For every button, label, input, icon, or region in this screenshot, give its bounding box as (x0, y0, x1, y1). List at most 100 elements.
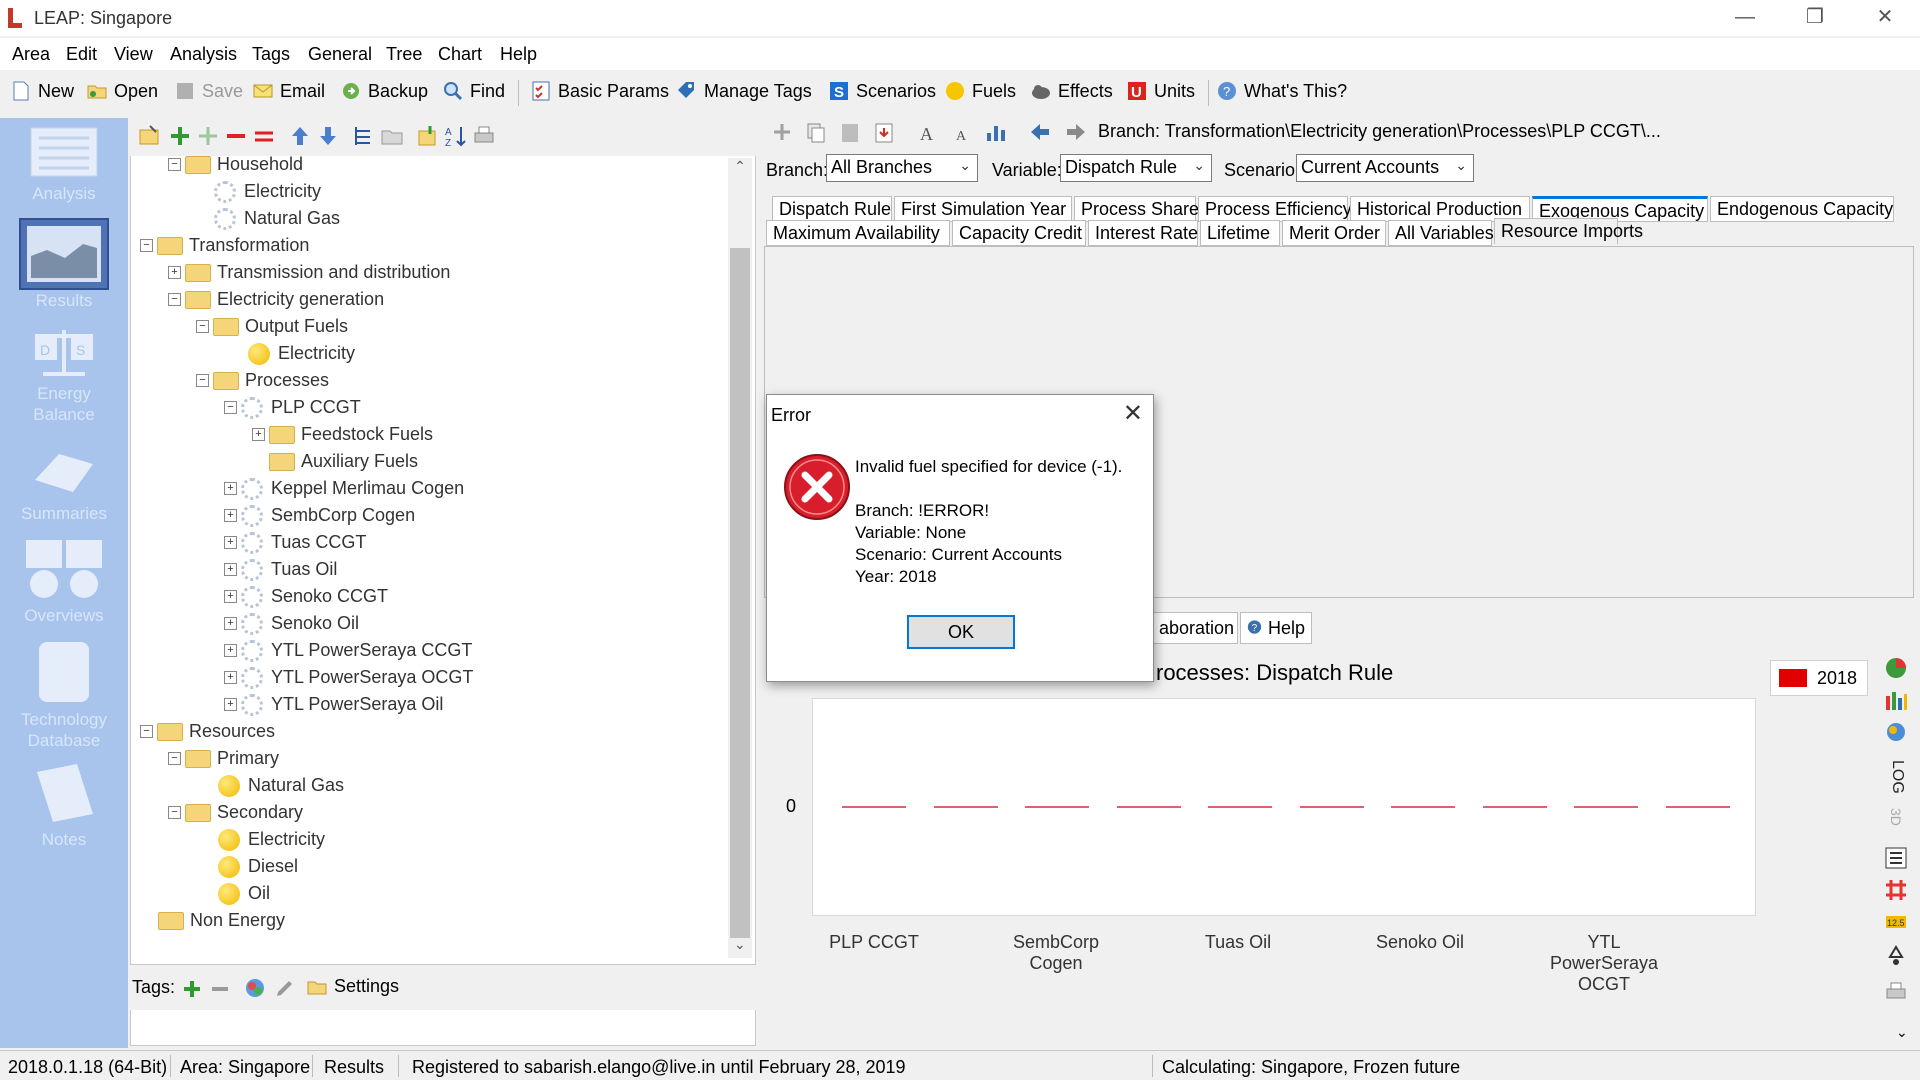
chart-print-icon[interactable] (1884, 980, 1908, 1004)
tree-item-household[interactable]: − Household (168, 151, 303, 178)
menu-tags[interactable]: Tags (252, 44, 290, 65)
pie-chart-icon[interactable] (1884, 656, 1908, 680)
number-format-icon[interactable]: 12.5 (1884, 910, 1908, 934)
grid-icon[interactable] (1884, 878, 1908, 902)
find-button[interactable]: Find (442, 80, 505, 102)
add-child-icon[interactable] (196, 124, 220, 148)
tab-endogenous-capacity[interactable]: Endogenous Capacity (1710, 196, 1894, 222)
tag-filter-icon[interactable] (244, 977, 266, 999)
add-tag-icon[interactable] (182, 979, 202, 999)
tree-item-senoko-ccgt[interactable]: + Senoko CCGT (224, 583, 388, 610)
new-button[interactable]: New (10, 80, 74, 102)
tree-item-household-natural-gas[interactable]: Natural Gas (214, 205, 340, 232)
scroll-down-arrow-icon[interactable]: ⌄ (734, 936, 746, 953)
tree-properties-icon[interactable] (138, 124, 162, 148)
sidebar-item-technology-database[interactable]: Technology Database (0, 640, 128, 751)
sidebar-item-summaries[interactable]: Summaries (0, 446, 128, 524)
tree-scrollbar-thumb[interactable] (730, 248, 750, 938)
move-down-icon[interactable] (316, 124, 340, 148)
expand-toggle[interactable]: + (224, 698, 237, 711)
tab-dispatch-rule[interactable]: Dispatch Rule (772, 196, 892, 222)
move-up-icon[interactable] (288, 124, 312, 148)
tree-item-tuas-oil[interactable]: + Tuas Oil (224, 556, 337, 583)
tab-all-variables[interactable]: All Variables (1388, 220, 1494, 246)
save-button[interactable]: Save (174, 80, 243, 102)
menu-view[interactable]: View (114, 44, 153, 65)
collapse-toggle[interactable]: − (196, 374, 209, 387)
tree-item-output-fuels[interactable]: − Output Fuels (196, 313, 348, 340)
back-arrow-icon[interactable] (1028, 120, 1052, 144)
basic-params-button[interactable]: Basic Params (530, 80, 669, 102)
tree-item-primary[interactable]: − Primary (168, 745, 279, 772)
sidebar-item-results[interactable]: Results (0, 218, 128, 311)
expand-toggle[interactable]: + (224, 590, 237, 603)
delete-branch-icon[interactable] (224, 124, 248, 148)
collapse-toggle[interactable]: − (168, 158, 181, 171)
tree-item-household-electricity[interactable]: Electricity (214, 178, 321, 205)
tab-capacity-credit[interactable]: Capacity Credit (952, 220, 1086, 246)
forward-arrow-icon[interactable] (1064, 120, 1088, 144)
expand-toggle[interactable]: + (224, 482, 237, 495)
table-view-icon[interactable] (1884, 846, 1908, 870)
tag-edit-icon[interactable] (274, 977, 296, 999)
manage-tags-button[interactable]: Manage Tags (676, 80, 812, 102)
expand-toggle[interactable]: + (168, 266, 181, 279)
units-button[interactable]: U Units (1126, 80, 1195, 102)
tree-item-ytl-oil[interactable]: + YTL PowerSeraya Oil (224, 691, 443, 718)
tree-item-senoko-oil[interactable]: + Senoko Oil (224, 610, 359, 637)
increase-font-icon[interactable]: A (916, 120, 940, 144)
tree-item-keppel[interactable]: + Keppel Merlimau Cogen (224, 475, 464, 502)
tab-lifetime[interactable]: Lifetime (1200, 220, 1280, 246)
effects-button[interactable]: Effects (1030, 80, 1113, 102)
menu-general[interactable]: General (308, 44, 372, 65)
backup-button[interactable]: Backup (340, 80, 428, 102)
menu-edit[interactable]: Edit (66, 44, 97, 65)
tree-item-ytl-ocgt[interactable]: + YTL PowerSeraya OCGT (224, 664, 473, 691)
tree-item-secondary-electricity[interactable]: Electricity (218, 826, 325, 853)
tree-item-resources[interactable]: − Resources (140, 718, 275, 745)
tag-settings-button[interactable]: Settings (306, 975, 399, 997)
tree-item-transformation[interactable]: − Transformation (140, 232, 309, 259)
scenario-select[interactable]: Current Accounts ⌄ (1296, 154, 1474, 182)
paste-icon[interactable] (838, 120, 862, 144)
tree-item-ytl-ccgt[interactable]: + YTL PowerSeraya CCGT (224, 637, 472, 664)
ok-button[interactable]: OK (907, 615, 1015, 649)
expand-toggle[interactable]: + (252, 428, 265, 441)
folder-icon[interactable] (380, 124, 404, 148)
tree-item-non-energy[interactable]: Non Energy (158, 907, 285, 934)
tree-item-tuas-ccgt[interactable]: + Tuas CCGT (224, 529, 366, 556)
tab-interest-rate[interactable]: Interest Rate (1088, 220, 1198, 246)
collapse-toggle[interactable]: − (224, 401, 237, 414)
tab-maximum-availability[interactable]: Maximum Availability (766, 220, 950, 246)
expand-toggle[interactable]: + (224, 509, 237, 522)
expand-toggle[interactable]: + (224, 536, 237, 549)
tree-item-auxiliary-fuels[interactable]: Auxiliary Fuels (269, 448, 418, 475)
tree-item-plp-ccgt[interactable]: − PLP CCGT (224, 394, 361, 421)
collapse-toggle[interactable]: − (140, 725, 153, 738)
collapse-toggle[interactable]: − (168, 752, 181, 765)
sort-icon[interactable]: AZ (444, 124, 468, 148)
expand-toggle[interactable]: + (224, 671, 237, 684)
fuels-button[interactable]: Fuels (944, 80, 1016, 102)
expand-icon[interactable] (416, 124, 440, 148)
tab-resource-imports[interactable]: Resource Imports (1494, 218, 1643, 244)
delete-all-icon[interactable] (252, 124, 276, 148)
tree-item-primary-natural-gas[interactable]: Natural Gas (218, 772, 344, 799)
tree-item-feedstock-fuels[interactable]: + Feedstock Fuels (252, 421, 433, 448)
collapse-toggle[interactable]: − (196, 320, 209, 333)
bar-chart-icon[interactable] (1884, 688, 1908, 712)
tab-process-efficiency[interactable]: Process Efficiency (1198, 196, 1352, 222)
tree-item-oil[interactable]: Oil (218, 880, 270, 907)
branch-select[interactable]: All Branches ⌄ (826, 154, 978, 182)
log-scale-toggle[interactable]: LOG (1888, 760, 1906, 794)
sidebar-item-analysis[interactable]: Analysis (0, 126, 128, 204)
scenarios-button[interactable]: S Scenarios (828, 80, 936, 102)
import-icon[interactable] (872, 120, 896, 144)
print-icon[interactable] (472, 124, 496, 148)
menu-tree[interactable]: Tree (386, 44, 422, 65)
remove-tag-icon[interactable] (210, 979, 230, 999)
menu-analysis[interactable]: Analysis (170, 44, 237, 65)
tree-item-secondary[interactable]: − Secondary (168, 799, 303, 826)
tab-merit-order[interactable]: Merit Order (1282, 220, 1386, 246)
menu-chart[interactable]: Chart (438, 44, 482, 65)
